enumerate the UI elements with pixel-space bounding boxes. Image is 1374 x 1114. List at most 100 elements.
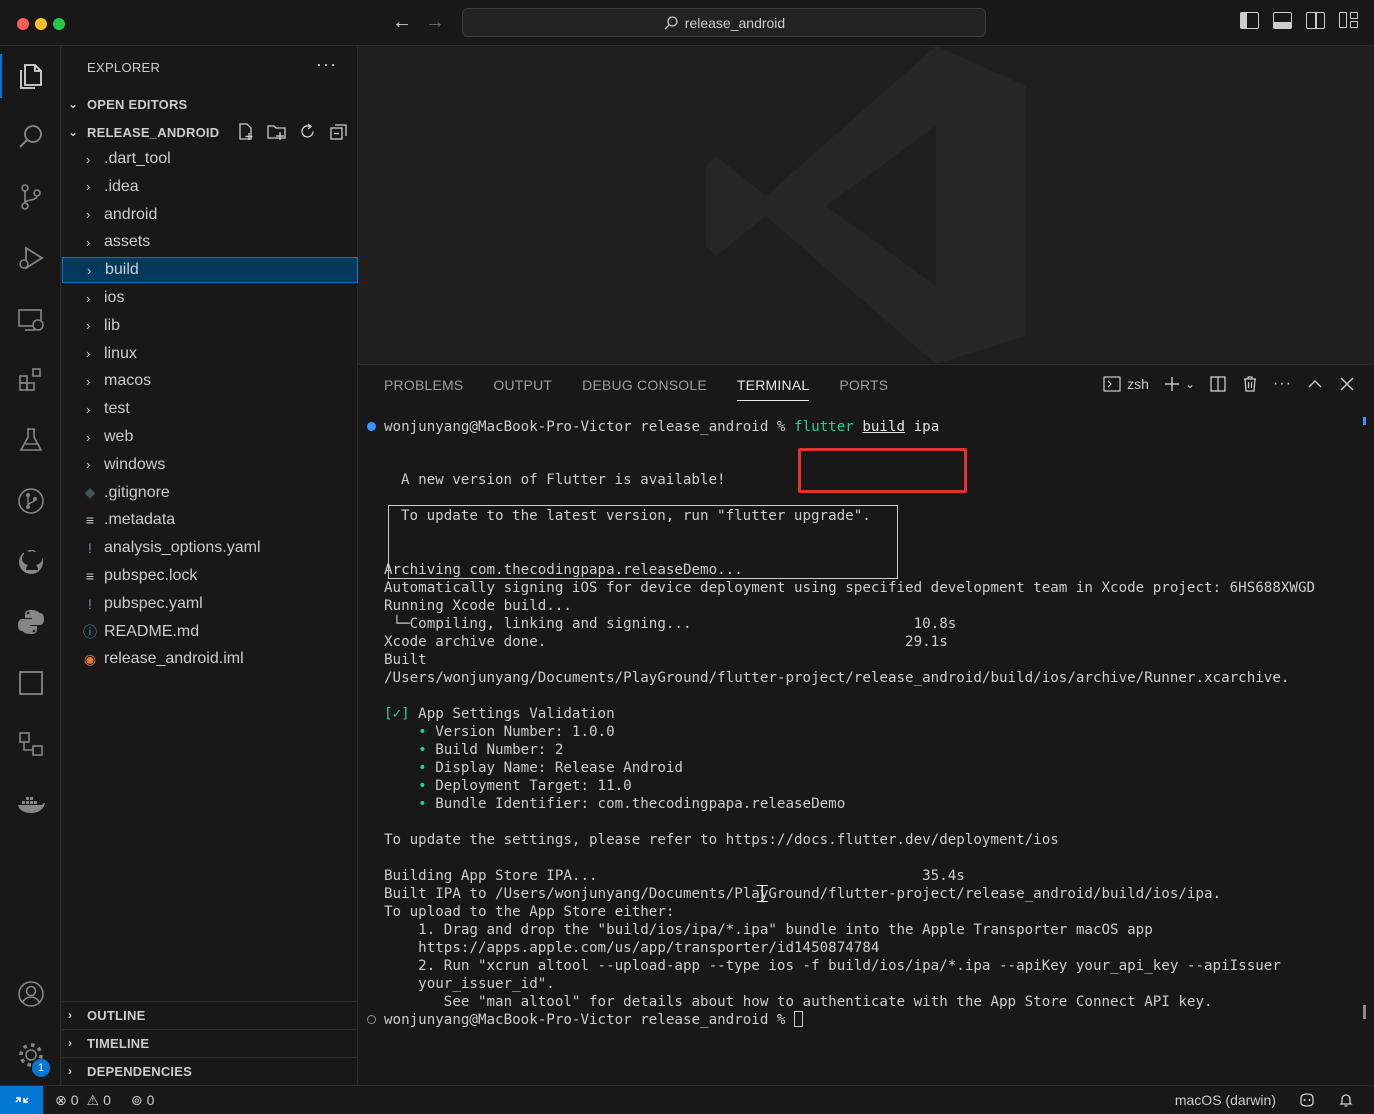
zoom-window-button[interactable] — [53, 18, 65, 30]
tab-ports[interactable]: PORTS — [839, 377, 888, 399]
toggle-primary-sidebar-icon[interactable] — [1240, 12, 1259, 29]
tree-file[interactable]: ⓘ README.md — [62, 619, 358, 645]
tree-file[interactable]: ! analysis_options.yaml — [62, 535, 358, 561]
remote-explorer-icon[interactable] — [0, 295, 61, 343]
run-debug-icon[interactable] — [0, 234, 61, 282]
problems-status[interactable]: ⊗ 0 ⚠ 0 — [55, 1092, 111, 1109]
tree-file[interactable]: ! pubspec.yaml — [62, 591, 358, 617]
project-section[interactable]: ⌄ RELEASE_ANDROID — [62, 120, 358, 144]
tree-item-label: pubspec.yaml — [104, 594, 203, 612]
toggle-secondary-sidebar-icon[interactable] — [1306, 12, 1325, 29]
dependencies-section[interactable]: › DEPENDENCIES — [62, 1059, 358, 1083]
close-panel-icon[interactable] — [1338, 375, 1356, 393]
python-icon[interactable] — [0, 598, 61, 646]
chevron-right-icon: › — [86, 346, 91, 362]
explorer-more-actions[interactable]: ··· — [316, 54, 337, 75]
new-folder-icon[interactable] — [267, 122, 286, 141]
terminal-line: /Users/wonjunyang/Documents/PlayGround/f… — [384, 670, 1290, 686]
tree-item-label: macos — [104, 372, 152, 390]
tree-folder-ios[interactable]: › ios — [62, 285, 358, 311]
tree-folder-macos[interactable]: › macos — [62, 368, 358, 394]
timeline-section[interactable]: › TIMELINE — [62, 1031, 358, 1055]
collapse-all-icon[interactable] — [329, 122, 348, 141]
forward-arrow-icon[interactable]: → — [425, 10, 445, 34]
chevron-right-icon: › — [86, 179, 91, 195]
tree-file[interactable]: ≡ pubspec.lock — [62, 563, 358, 589]
explorer-sidebar: EXPLORER ··· ⌄ OPEN EDITORS ⌄ RELEASE_AN… — [62, 46, 358, 1085]
search-icon[interactable] — [0, 113, 61, 161]
tree-folder-android[interactable]: › android — [62, 202, 358, 228]
terminal-line: A new version of Flutter is available! — [401, 472, 726, 488]
terminal-cursor — [794, 1011, 803, 1027]
tree-folder-lib[interactable]: › lib — [62, 313, 358, 339]
terminal-line-prompt[interactable]: wonjunyang@MacBook-Pro-Victor release_an… — [384, 1011, 803, 1029]
refresh-icon[interactable] — [298, 122, 317, 141]
terminal-line: https://apps.apple.com/us/app/transporte… — [384, 940, 880, 956]
tab-output[interactable]: OUTPUT — [493, 377, 552, 399]
source-control-icon[interactable] — [0, 173, 61, 221]
ports-status[interactable]: ⊚ 0 — [131, 1092, 155, 1109]
chevron-right-icon: › — [68, 1064, 73, 1078]
terminal-scrollbar-thumb[interactable] — [1363, 1005, 1366, 1019]
more-actions-icon[interactable]: ··· — [1273, 375, 1292, 393]
chevron-right-icon: › — [86, 401, 91, 417]
tree-folder-assets[interactable]: › assets — [62, 229, 358, 255]
explorer-icon[interactable] — [0, 52, 61, 100]
tree-item-label: .idea — [104, 177, 139, 195]
tree-folder-web[interactable]: › web — [62, 424, 358, 450]
command-success-dot[interactable] — [367, 422, 376, 431]
tab-problems[interactable]: PROBLEMS — [384, 377, 463, 399]
testing-flask-icon[interactable] — [0, 416, 61, 464]
customize-layout-icon[interactable] — [1339, 12, 1358, 29]
split-terminal-icon[interactable] — [1209, 375, 1227, 393]
remote-indicator[interactable] — [0, 1086, 43, 1114]
maximize-panel-chevron-up-icon[interactable] — [1306, 375, 1324, 393]
ports-count: 0 — [146, 1092, 155, 1108]
tree-folder-dart-tool[interactable]: › .dart_tool — [62, 146, 358, 172]
tree-file[interactable]: ◆ .gitignore — [62, 480, 358, 506]
tree-folder-test[interactable]: › test — [62, 396, 358, 422]
title-bar: ← → release_android — [0, 0, 1374, 46]
accounts-icon[interactable] — [0, 970, 61, 1018]
tree-item-label: README.md — [104, 622, 200, 640]
tab-debug-console[interactable]: DEBUG CONSOLE — [582, 377, 707, 399]
timeline-label: TIMELINE — [87, 1035, 150, 1051]
new-file-icon[interactable] — [236, 122, 255, 141]
tab-terminal[interactable]: TERMINAL — [736, 377, 810, 401]
new-terminal-plus-icon[interactable] — [1163, 375, 1181, 393]
github-icon[interactable] — [0, 538, 61, 586]
terminal-line: To update to the latest version, run "fl… — [401, 508, 871, 524]
tree-folder-build[interactable]: › build — [62, 257, 358, 284]
docker-icon[interactable] — [0, 781, 61, 829]
connections-icon[interactable] — [0, 720, 61, 768]
chevron-right-icon: › — [86, 318, 91, 334]
back-arrow-icon[interactable]: ← — [392, 10, 412, 34]
trash-icon[interactable] — [1241, 375, 1259, 393]
command-center-search[interactable]: release_android — [462, 8, 986, 37]
open-editors-section[interactable]: ⌄ OPEN EDITORS — [62, 92, 358, 116]
os-indicator[interactable]: macOS (darwin) — [1175, 1092, 1276, 1108]
git-graph-icon[interactable] — [0, 477, 61, 525]
terminal-line: └─Compiling, linking and signing... 10.8… — [384, 616, 957, 632]
tree-folder-idea[interactable]: › .idea — [62, 174, 358, 200]
outline-section[interactable]: › OUTLINE — [62, 1003, 358, 1027]
square-panel-icon[interactable] — [0, 659, 61, 707]
copilot-icon[interactable] — [1298, 1092, 1316, 1108]
bullet-icon: • — [384, 778, 436, 794]
tree-folder-linux[interactable]: › linux — [62, 341, 358, 367]
close-window-button[interactable] — [17, 18, 29, 30]
chevron-down-icon[interactable]: ⌄ — [1185, 377, 1195, 391]
tree-folder-windows[interactable]: › windows — [62, 452, 358, 478]
tree-file[interactable]: ◉ release_android.iml — [62, 646, 358, 672]
manage-gear-icon[interactable]: 1 — [0, 1031, 61, 1079]
minimize-window-button[interactable] — [35, 18, 47, 30]
notifications-bell-icon[interactable] — [1338, 1092, 1354, 1108]
tree-file[interactable]: ≡ .metadata — [62, 507, 358, 533]
extensions-icon[interactable] — [0, 355, 61, 403]
terminal-shell-selector[interactable]: zsh — [1103, 375, 1149, 393]
command-pending-dot[interactable] — [367, 1015, 376, 1024]
terminal-line: Automatically signing iOS for device dep… — [384, 580, 1316, 596]
toggle-panel-icon[interactable] — [1273, 12, 1292, 29]
editor-area[interactable] — [358, 46, 1374, 364]
status-bar: ⊗ 0 ⚠ 0 ⊚ 0 macOS (darwin) — [0, 1085, 1374, 1114]
